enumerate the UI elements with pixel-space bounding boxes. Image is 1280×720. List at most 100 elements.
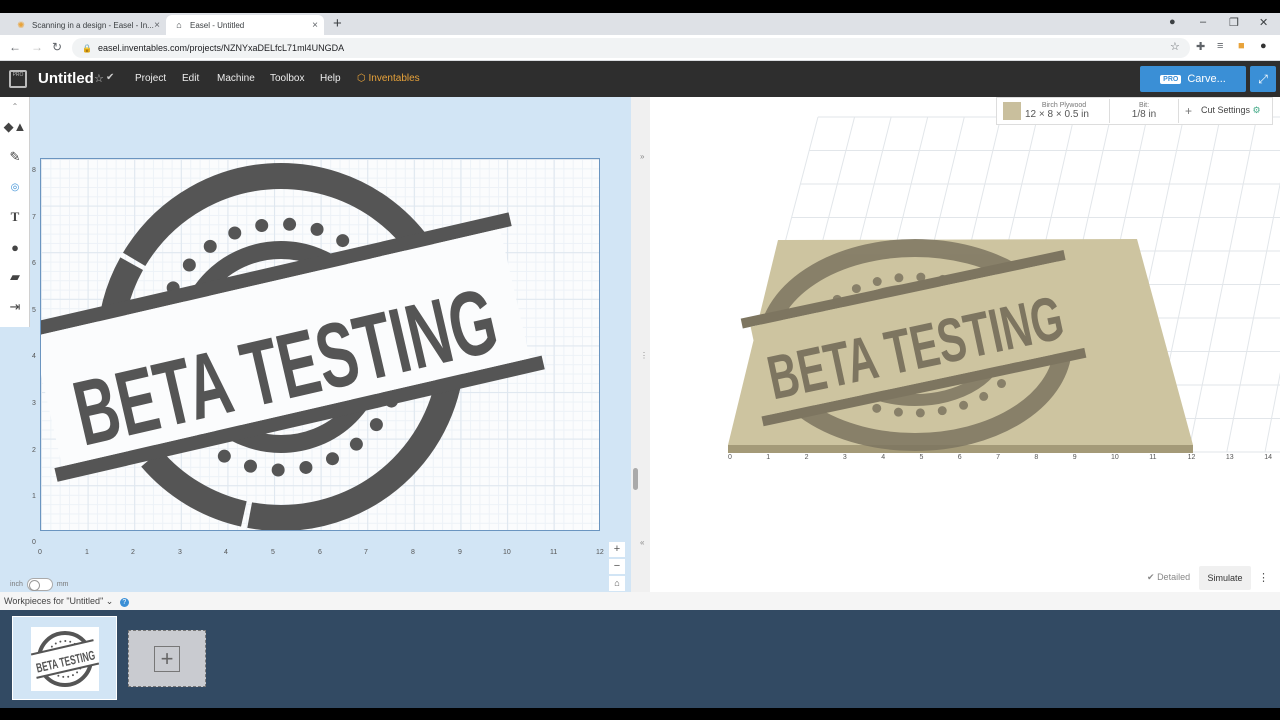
workpiece-preview: BETA TESTING xyxy=(30,627,100,691)
x-tick: 8 xyxy=(411,549,415,556)
unit-toggle[interactable] xyxy=(26,578,53,591)
tab-strip: ✺ Scanning in a design - Easel - In... ×… xyxy=(0,13,1280,35)
add-workpiece-button[interactable]: + xyxy=(128,630,206,687)
close-icon[interactable]: × xyxy=(312,20,318,31)
tab-easel-untitled[interactable]: ⌂ Easel - Untitled × xyxy=(166,15,324,35)
design-toolbar: ⌃ ◆▲ ✎ ◎ T ● ▰ ⇥ xyxy=(0,97,30,327)
vertical-scrollbar[interactable] xyxy=(633,468,638,490)
url-input[interactable]: 🔒 easel.inventables.com/projects/NZNYxaD… xyxy=(72,38,1190,58)
extension-icon[interactable]: ■ xyxy=(1238,40,1245,52)
reload-icon[interactable]: ↻ xyxy=(52,40,62,54)
pro-badge: PRO xyxy=(1160,74,1182,84)
easel-logo[interactable]: PRO xyxy=(9,70,27,88)
maximize-button[interactable]: ❐ xyxy=(1229,16,1239,29)
x-tick: 12 xyxy=(596,549,604,556)
fullscreen-icon[interactable]: ⤢ xyxy=(1250,66,1276,92)
logo-text: PRO xyxy=(12,72,24,78)
stamp-artwork[interactable]: BETA TESTING xyxy=(41,159,600,531)
x-tick: 2 xyxy=(131,549,135,556)
preview-x-tick: 9 xyxy=(1072,454,1077,461)
zoom-controls: + − ⌂ xyxy=(609,542,627,592)
pen-icon[interactable]: ✎ xyxy=(4,146,26,168)
material-info[interactable]: Birch Plywood 12 × 8 × 0.5 in xyxy=(1025,102,1103,120)
y-tick: 7 xyxy=(32,214,36,221)
import-3d-icon[interactable]: ▰ xyxy=(4,266,26,288)
unit-inch-label: inch xyxy=(10,581,23,588)
drag-handle-icon[interactable]: ⋮ xyxy=(640,351,648,360)
apps-icon[interactable]: ● xyxy=(4,236,26,258)
carve-button[interactable]: PRO Carve... xyxy=(1140,66,1246,92)
y-tick: 8 xyxy=(32,167,36,174)
address-bar: ← → ↻ 🔒 easel.inventables.com/projects/N… xyxy=(0,35,1280,61)
expand-left-icon[interactable]: « xyxy=(640,538,644,547)
workpiece-thumbnail[interactable]: BETA TESTING xyxy=(12,616,117,700)
preview-x-tick: 14 xyxy=(1264,454,1272,461)
workpieces-area: BETA TESTING + xyxy=(0,610,1280,708)
y-tick: 0 xyxy=(32,539,36,546)
inventables-link[interactable]: ⬡ Inventables xyxy=(357,73,420,84)
preview-x-tick: 10 xyxy=(1111,454,1119,461)
detailed-toggle[interactable]: ✔ Detailed xyxy=(1147,572,1190,583)
menu-toolbox[interactable]: Toolbox xyxy=(270,73,304,84)
chevron-down-icon[interactable]: ⌄ xyxy=(106,596,114,606)
collapse-icon[interactable]: ⌃ xyxy=(4,95,26,117)
zoom-out-button[interactable]: − xyxy=(609,559,625,574)
add-bit-button[interactable]: + xyxy=(1185,104,1192,118)
tab-title: Scanning in a design - Easel - In... xyxy=(32,20,154,30)
preview-panel: BETA TESTING 0 1 2 3 4 5 6 7 8 9 10 11 12 13 14 Birch … xyxy=(650,97,1280,607)
carve-label: Carve... xyxy=(1187,73,1226,85)
simulate-button[interactable]: Simulate xyxy=(1199,566,1251,590)
expand-right-icon[interactable]: » xyxy=(640,152,644,161)
bit-info[interactable]: Bit: 1/8 in xyxy=(1116,102,1172,120)
material-name: Birch Plywood xyxy=(1041,102,1087,109)
design-canvas[interactable]: BETA TESTING xyxy=(40,158,600,531)
browser-window: ✺ Scanning in a design - Easel - In... ×… xyxy=(0,13,1280,708)
home-icon[interactable]: ⌂ xyxy=(609,576,625,591)
preview-x-tick: 4 xyxy=(881,454,886,461)
shapes-icon[interactable]: ◆▲ xyxy=(4,116,27,138)
x-tick: 9 xyxy=(458,549,462,556)
menu-machine[interactable]: Machine xyxy=(217,73,255,84)
import-icon[interactable]: ⇥ xyxy=(4,296,26,318)
profile-icon[interactable]: ● xyxy=(1169,16,1176,28)
y-tick: 5 xyxy=(32,307,36,314)
url-text: easel.inventables.com/projects/NZNYxaDEL… xyxy=(97,43,345,53)
text-icon[interactable]: T xyxy=(4,206,26,228)
media-icon[interactable]: ≡ xyxy=(1217,40,1223,52)
y-tick: 4 xyxy=(32,353,36,360)
design-panel: ⌃ ◆▲ ✎ ◎ T ● ▰ ⇥ BETA TESTING 8 7 6 5 4 … xyxy=(0,97,631,604)
tab-title: Easel - Untitled xyxy=(190,20,245,30)
trace-icon[interactable]: ◎ xyxy=(4,176,26,198)
bookmark-star-icon[interactable]: ☆ xyxy=(1170,40,1180,53)
menu-project[interactable]: Project xyxy=(135,73,166,84)
preview-x-tick: 7 xyxy=(996,454,1000,461)
menu-edit[interactable]: Edit xyxy=(182,73,199,84)
material-swatch[interactable] xyxy=(1003,102,1021,120)
help-icon[interactable]: ? xyxy=(119,598,129,607)
menu-help[interactable]: Help xyxy=(320,73,341,84)
back-icon[interactable]: ← xyxy=(9,40,21,54)
plus-icon: + xyxy=(154,645,180,672)
minimize-button[interactable]: – xyxy=(1200,16,1206,28)
avatar[interactable]: ● xyxy=(1260,40,1267,52)
x-tick: 1 xyxy=(85,549,89,556)
project-title[interactable]: Untitled xyxy=(38,70,94,87)
cut-settings-button[interactable]: Cut Settings ⚙ xyxy=(1201,105,1261,116)
more-options-icon[interactable]: ⋮ xyxy=(1258,571,1269,584)
panel-divider[interactable]: » ⋮ « xyxy=(631,97,650,607)
tab-scanning[interactable]: ✺ Scanning in a design - Easel - In... × xyxy=(8,15,166,35)
y-tick: 2 xyxy=(32,447,36,454)
preview-x-tick: 6 xyxy=(957,454,962,461)
star-icon[interactable]: ☆ xyxy=(94,72,104,85)
extensions-icon[interactable]: ✚ xyxy=(1196,40,1205,53)
forward-icon[interactable]: → xyxy=(31,40,43,54)
preview-x-tick: 13 xyxy=(1225,454,1234,461)
close-window-button[interactable]: ✕ xyxy=(1259,16,1268,29)
new-tab-button[interactable]: + xyxy=(333,15,342,32)
zoom-in-button[interactable]: + xyxy=(609,542,625,557)
y-tick: 6 xyxy=(32,260,36,267)
close-icon[interactable]: × xyxy=(154,20,160,31)
preview-x-tick: 2 xyxy=(804,454,809,461)
easel-icon: ⌂ xyxy=(176,20,182,30)
easel-icon: ✺ xyxy=(17,19,25,30)
